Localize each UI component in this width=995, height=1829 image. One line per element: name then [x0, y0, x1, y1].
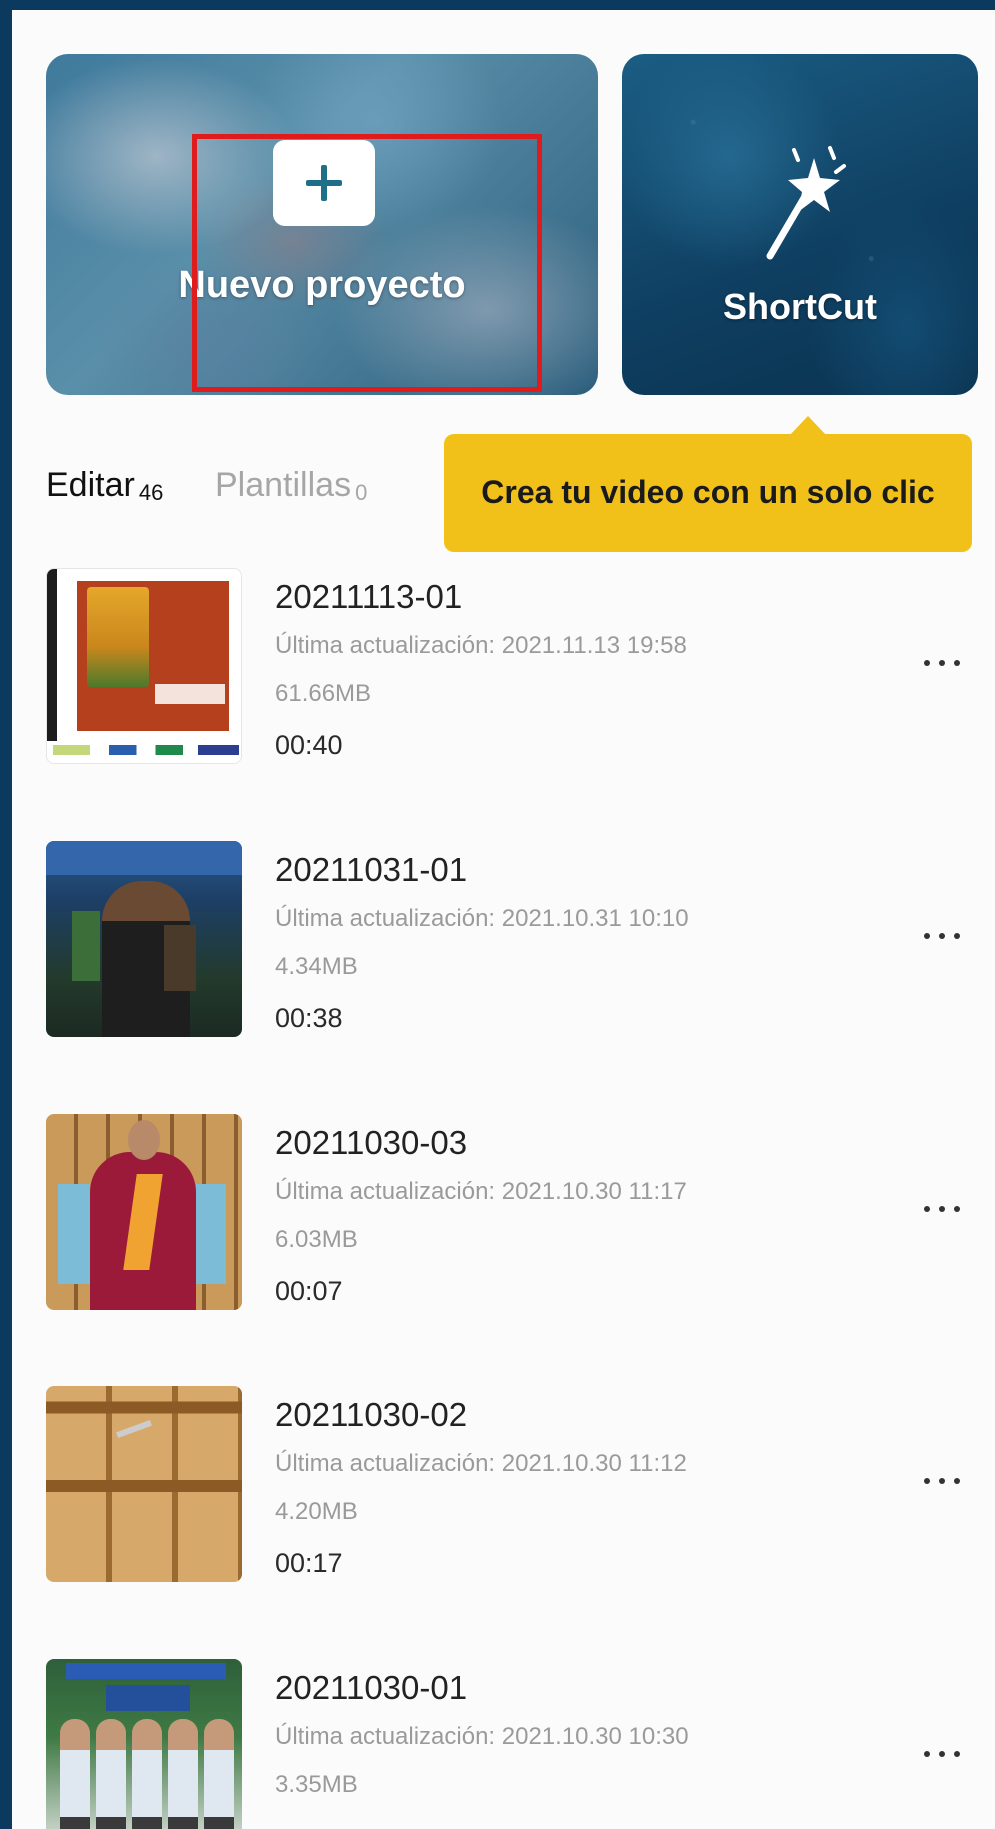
tab-edit[interactable]: Editar 46	[46, 466, 163, 506]
project-updated: Última actualización: 2021.11.13 19:58	[275, 632, 687, 659]
project-updated: Última actualización: 2021.10.30 11:12	[275, 1450, 687, 1477]
project-duration: 00:07	[275, 1276, 343, 1306]
project-thumbnail	[46, 1386, 242, 1582]
tooltip-text: Crea tu video con un solo clic	[481, 474, 935, 510]
project-duration: 00:38	[275, 1003, 343, 1033]
project-size: 6.03MB	[275, 1226, 358, 1253]
magic-wand-icon	[766, 146, 846, 260]
project-item[interactable]: 20211030-02 Última actualización: 2021.1…	[46, 1386, 986, 1586]
project-title: 20211031-01	[275, 851, 468, 888]
project-duration: 00:40	[275, 730, 343, 760]
project-item[interactable]: 20211031-01 Última actualización: 2021.1…	[46, 841, 986, 1041]
more-options-icon[interactable]	[912, 1466, 972, 1496]
project-size: 4.20MB	[275, 1498, 358, 1525]
project-thumbnail	[46, 1659, 242, 1829]
tab-templates-count: 0	[355, 480, 368, 505]
project-updated: Última actualización: 2021.10.30 10:30	[275, 1723, 689, 1750]
project-thumbnail	[46, 841, 242, 1037]
project-item[interactable]: 20211030-03 Última actualización: 2021.1…	[46, 1114, 986, 1314]
project-thumbnail	[46, 1114, 242, 1310]
project-title: 20211030-02	[275, 1396, 468, 1433]
app-screen: Nuevo proyecto ShortCut Editar 46 Plantil…	[12, 10, 995, 1829]
more-options-icon[interactable]	[912, 921, 972, 951]
project-size: 3.35MB	[275, 1771, 358, 1798]
tab-edit-label: Editar	[46, 466, 135, 504]
project-size: 4.34MB	[275, 953, 358, 980]
more-options-icon[interactable]	[912, 648, 972, 678]
shortcut-card[interactable]: ShortCut	[622, 54, 978, 395]
tab-templates-label: Plantillas	[215, 466, 352, 504]
project-item[interactable]: 20211030-01 Última actualización: 2021.1…	[46, 1659, 986, 1829]
plus-button[interactable]	[273, 140, 375, 226]
tab-edit-count: 46	[138, 480, 164, 505]
project-item[interactable]: 20211113-01 Última actualización: 2021.1…	[46, 568, 986, 768]
new-project-card[interactable]: Nuevo proyecto	[46, 54, 598, 395]
project-size: 61.66MB	[275, 680, 372, 707]
new-project-label: Nuevo proyecto	[178, 264, 466, 306]
project-title: 20211030-01	[275, 1669, 468, 1706]
shortcut-tooltip[interactable]: Crea tu video con un solo clic	[444, 416, 972, 552]
project-updated: Última actualización: 2021.10.30 11:17	[275, 1178, 687, 1205]
project-title: 20211113-01	[275, 578, 463, 615]
project-duration: 00:17	[275, 1548, 343, 1578]
shortcut-label: ShortCut	[723, 286, 877, 327]
tab-templates[interactable]: Plantillas 0	[215, 466, 367, 506]
project-updated: Última actualización: 2021.10.31 10:10	[275, 905, 689, 932]
more-options-icon[interactable]	[912, 1194, 972, 1224]
project-title: 20211030-03	[275, 1124, 468, 1161]
plus-icon	[306, 165, 342, 201]
more-options-icon[interactable]	[912, 1739, 972, 1769]
project-thumbnail	[46, 568, 242, 764]
